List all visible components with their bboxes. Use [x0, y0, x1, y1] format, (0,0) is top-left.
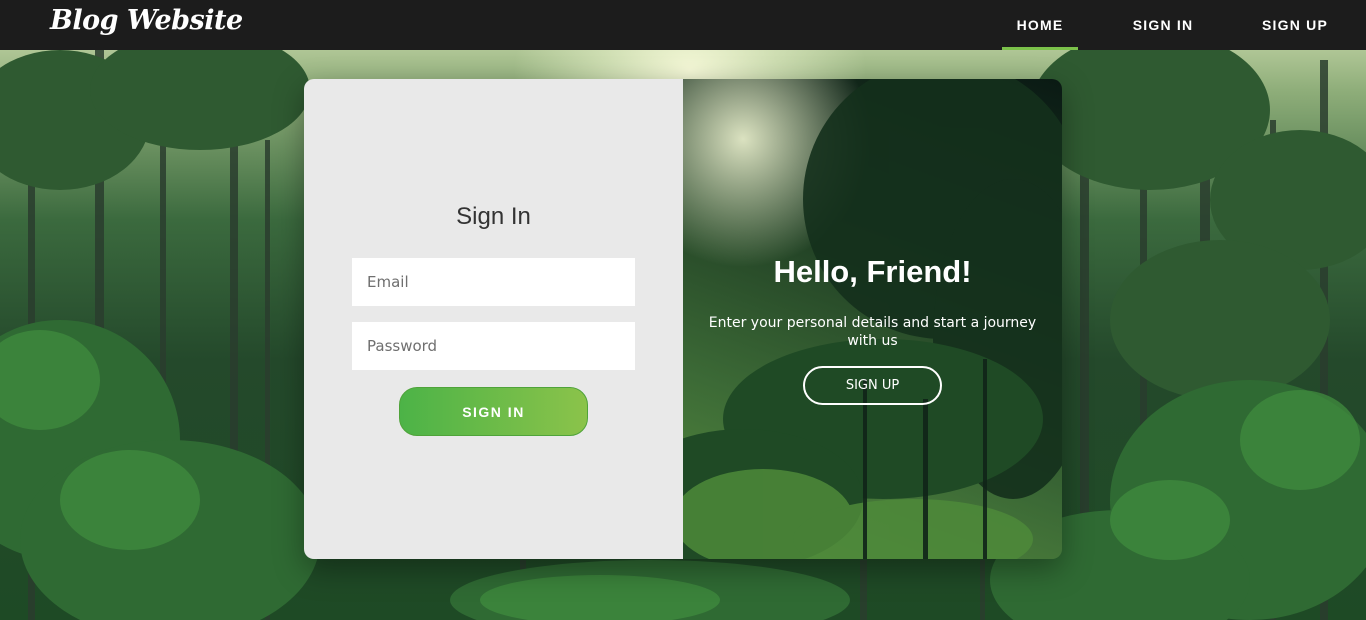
auth-card: Sign In SIGN IN Hello, Frien: [304, 79, 1062, 559]
nav-home-link[interactable]: HOME: [1002, 0, 1078, 50]
welcome-text: Enter your personal details and start a …: [708, 315, 1037, 349]
email-field[interactable]: [352, 258, 635, 306]
site-logo[interactable]: Blog Website: [50, 5, 243, 36]
signin-panel: Sign In SIGN IN: [304, 79, 683, 559]
nav-links: HOME SIGN IN SIGN UP: [1002, 0, 1366, 50]
nav-signin-link[interactable]: SIGN IN: [1116, 0, 1210, 50]
password-field[interactable]: [352, 322, 635, 370]
signin-title: Sign In: [456, 203, 531, 230]
top-navbar: Blog Website HOME SIGN IN SIGN UP: [0, 0, 1366, 50]
signup-button[interactable]: SIGN UP: [803, 366, 942, 405]
welcome-panel: Hello, Friend! Enter your personal detai…: [683, 79, 1062, 559]
nav-signup-link[interactable]: SIGN UP: [1248, 0, 1342, 50]
welcome-title: Hello, Friend!: [773, 254, 972, 289]
signin-button[interactable]: SIGN IN: [399, 387, 588, 436]
